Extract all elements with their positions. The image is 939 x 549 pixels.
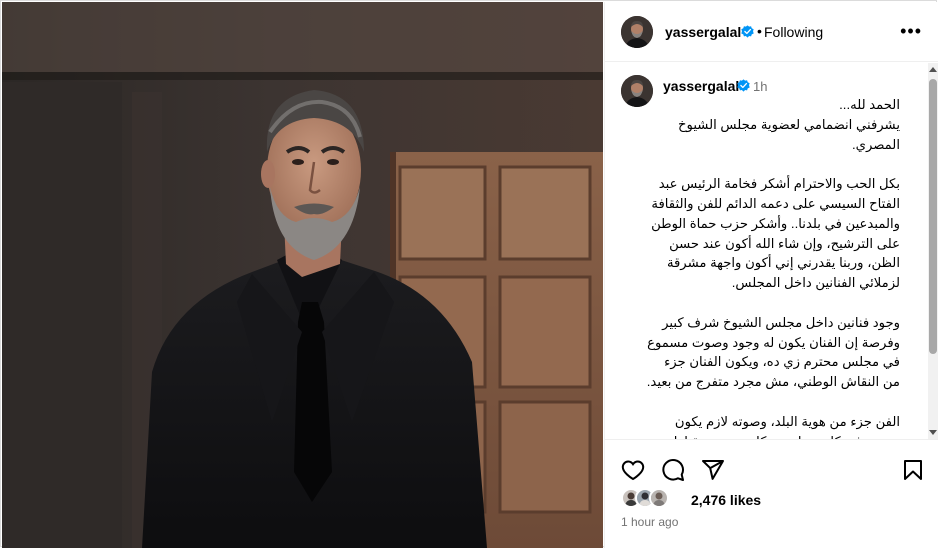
scrollbar[interactable] [928,63,938,439]
separator-dot: • [757,23,762,39]
post-header: yassergalal • Following ••• [605,2,938,62]
post-actions: 2,476 likes 1 hour ago [605,439,938,548]
post-side-panel: yassergalal • Following ••• yassergalal [604,2,938,548]
comments-scroll-area[interactable]: yassergalal 1h الحمد لله... يشرفني انضما… [605,63,938,439]
heart-icon[interactable] [621,458,645,482]
author-avatar[interactable] [621,16,653,48]
liker-avatar [649,488,669,508]
share-icon[interactable] [701,458,725,482]
scroll-up-arrow-icon[interactable] [929,67,937,72]
likes-count[interactable]: 2,476 likes [691,492,761,508]
bookmark-icon[interactable] [901,458,925,482]
more-horizontal-icon[interactable]: ••• [900,22,922,40]
caption-text: الحمد لله... يشرفني انضمامي لعضوية مجلس … [646,97,900,439]
author-username[interactable]: yassergalal [665,24,741,40]
post-timestamp[interactable]: 1 hour ago [621,515,678,529]
scrollbar-thumb[interactable] [929,79,937,354]
verified-badge-icon [741,25,754,38]
caption-username[interactable]: yassergalal [663,78,739,94]
following-button[interactable]: Following [764,24,823,40]
scroll-down-arrow-icon[interactable] [929,430,937,435]
post-photo[interactable] [2,2,603,548]
comment-icon[interactable] [661,458,685,482]
caption-timestamp[interactable]: 1h [753,79,767,94]
post-modal: yassergalal • Following ••• yassergalal [0,0,938,548]
caption-verified-badge-icon [737,79,750,92]
